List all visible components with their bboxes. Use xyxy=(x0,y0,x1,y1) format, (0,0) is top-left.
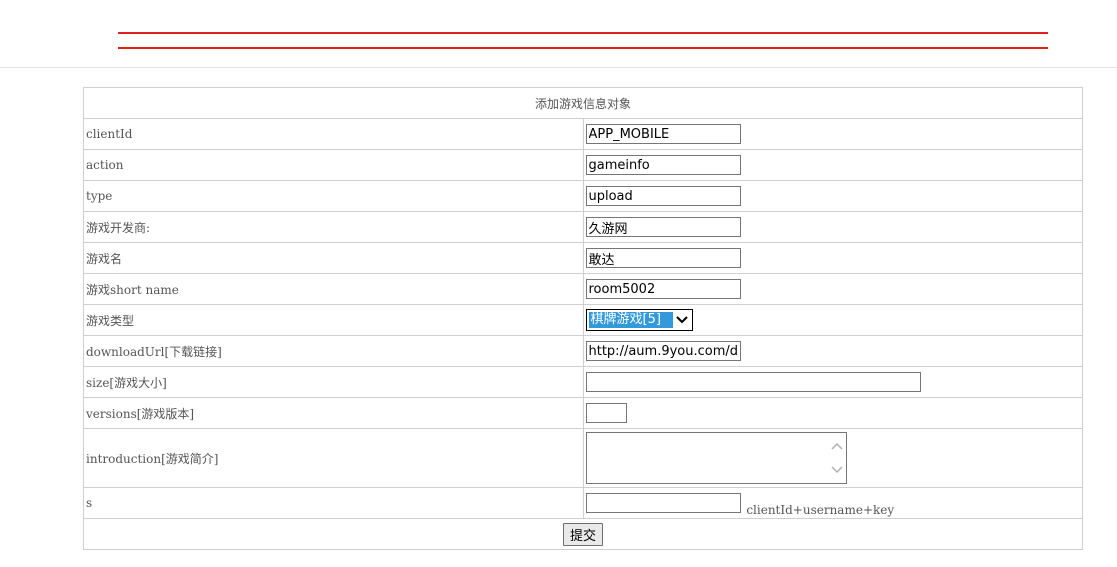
introduction-label: introduction[游戏简介] xyxy=(83,428,584,488)
game-name-label: 游戏名 xyxy=(83,242,584,274)
game-name-input[interactable] xyxy=(585,248,741,268)
action-label: action xyxy=(83,149,584,181)
type-input[interactable] xyxy=(585,186,741,206)
header-divider xyxy=(0,67,1117,68)
header-red-line-top xyxy=(118,32,1048,34)
game-type-select[interactable]: 棋牌游戏[5] xyxy=(585,309,693,331)
game-type-selected-value: 棋牌游戏[5] xyxy=(588,312,673,328)
submit-button[interactable]: 提交 xyxy=(562,522,603,546)
signature-hint: clientId+username+key xyxy=(746,503,895,517)
size-input[interactable] xyxy=(585,372,921,392)
short-name-input[interactable] xyxy=(585,279,741,299)
header-red-line-bottom xyxy=(118,47,1048,49)
chevron-down-icon xyxy=(675,312,689,328)
game-info-form: 添加游戏信息对象 clientId action type 游戏开发商: 游戏名… xyxy=(83,87,1083,550)
versions-label: versions[游戏版本] xyxy=(83,397,584,429)
introduction-textarea[interactable] xyxy=(585,432,847,484)
developer-input[interactable] xyxy=(585,217,741,237)
signature-label: s xyxy=(83,487,584,519)
download-url-input[interactable] xyxy=(585,341,741,361)
developer-label: 游戏开发商: xyxy=(83,211,584,243)
form-title: 添加游戏信息对象 xyxy=(83,87,1083,119)
client-id-label: clientId xyxy=(83,118,584,150)
type-label: type xyxy=(83,180,584,212)
signature-input[interactable] xyxy=(585,493,741,513)
versions-input[interactable] xyxy=(585,403,627,423)
action-input[interactable] xyxy=(585,155,741,175)
scroll-down-icon[interactable] xyxy=(830,465,843,475)
scroll-up-icon[interactable] xyxy=(830,441,843,451)
client-id-input[interactable] xyxy=(585,124,741,144)
download-url-label: downloadUrl[下载链接] xyxy=(83,335,584,367)
short-name-label: 游戏short name xyxy=(83,273,584,305)
game-type-label: 游戏类型 xyxy=(83,304,584,336)
size-label: size[游戏大小] xyxy=(83,366,584,398)
